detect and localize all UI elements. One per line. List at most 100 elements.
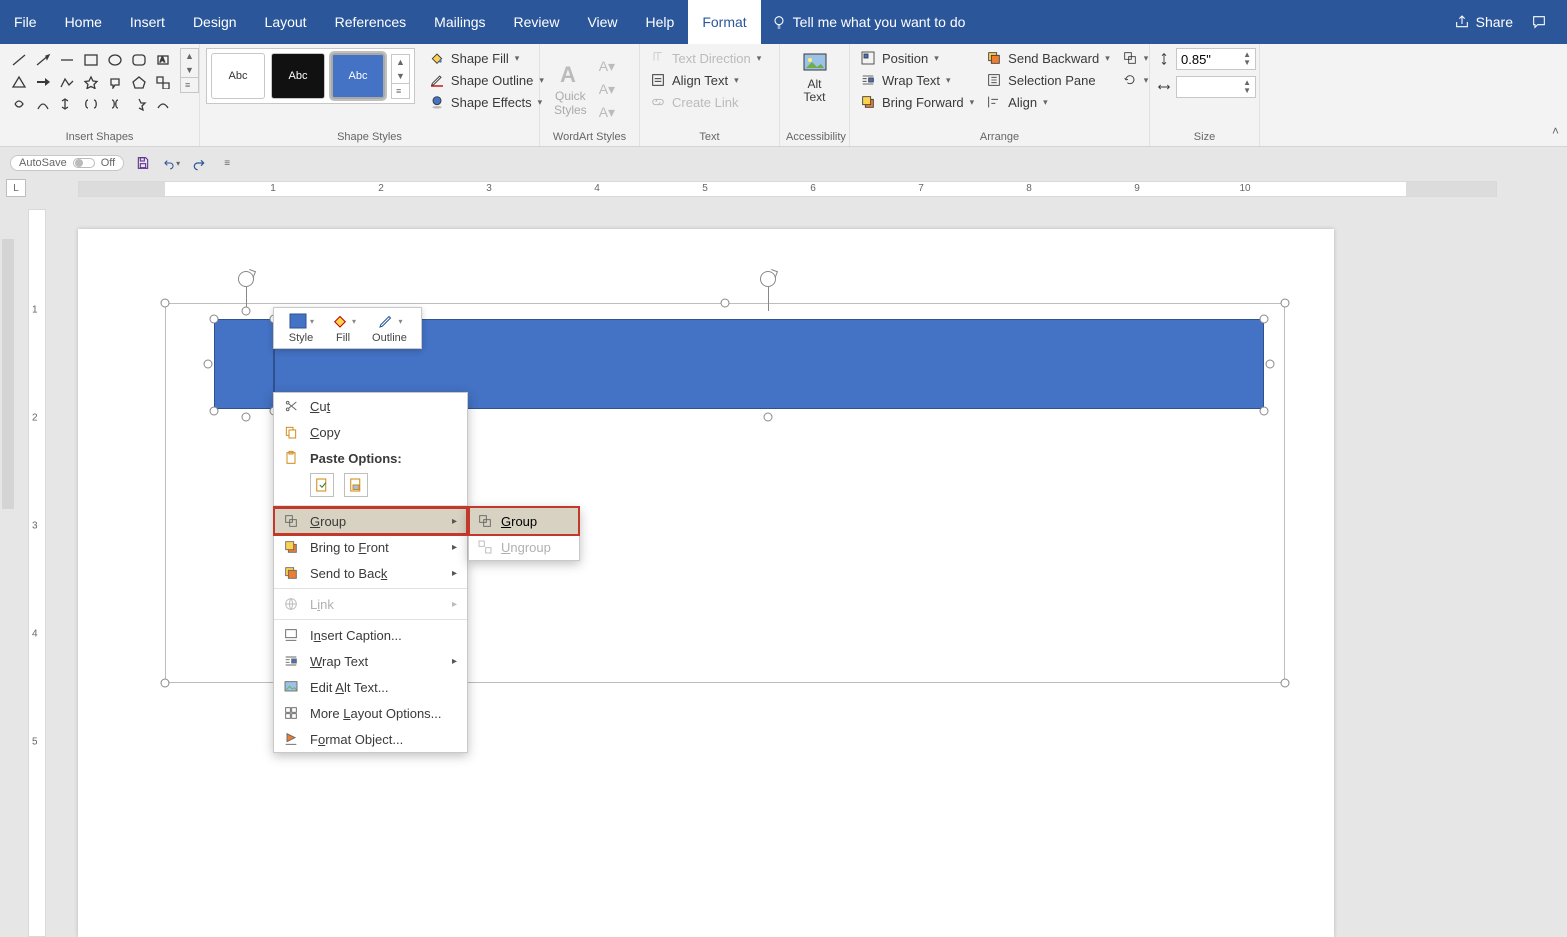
selection-handle[interactable] <box>1281 299 1290 308</box>
selection-handle[interactable] <box>242 307 251 316</box>
scissors-icon <box>283 398 299 414</box>
group-objects-button[interactable]: ▾ <box>1118 48 1153 68</box>
sub-group[interactable]: Group <box>469 508 579 534</box>
text-outline-icon[interactable]: A▾ <box>599 81 615 98</box>
group-accessibility: Alt Text Accessibility <box>780 44 850 146</box>
style-thumb-3[interactable]: Abc <box>331 53 385 99</box>
style-thumb-1[interactable]: Abc <box>211 53 265 99</box>
shape-height-input[interactable]: 0.85" ▲▼ <box>1176 48 1256 70</box>
vertical-scrollbar-track[interactable] <box>2 239 14 509</box>
tab-layout[interactable]: Layout <box>251 0 321 44</box>
page[interactable]: ▾ Style ▾ Fill ▾ Outline <box>78 229 1334 937</box>
save-button[interactable] <box>134 154 152 172</box>
text-direction-button[interactable]: Text Direction▾ <box>646 48 765 68</box>
position-button[interactable]: Position▾ <box>856 48 978 68</box>
rotate-handle[interactable] <box>238 271 254 287</box>
selection-handle[interactable] <box>210 407 219 416</box>
tab-references[interactable]: References <box>321 0 421 44</box>
vruler-mark: 5 <box>32 737 38 748</box>
mini-fill-button[interactable]: ▾ Fill <box>322 312 364 344</box>
selection-pane-button[interactable]: Selection Pane <box>982 70 1114 90</box>
selection-handle[interactable] <box>161 679 170 688</box>
text-fill-icon[interactable]: A▾ <box>599 58 615 75</box>
paste-picture[interactable] <box>344 473 368 497</box>
paste-use-destination[interactable] <box>310 473 334 497</box>
tab-view[interactable]: View <box>573 0 631 44</box>
clipboard-icon <box>283 450 299 466</box>
shape-width-input[interactable]: ▲▼ <box>1176 76 1256 98</box>
rotate-button[interactable]: ▾ <box>1118 70 1153 90</box>
tell-me-label: Tell me what you want to do <box>793 14 966 30</box>
horizontal-ruler[interactable]: 12345678910 <box>78 181 1497 197</box>
tab-format[interactable]: Format <box>688 0 760 44</box>
shapes-scroll-up[interactable]: ▲ <box>181 49 198 63</box>
ctx-copy[interactable]: Copy <box>274 419 467 445</box>
mini-outline-button[interactable]: ▾ Outline <box>364 312 415 344</box>
style-thumb-2[interactable]: Abc <box>271 53 325 99</box>
style-gallery-more[interactable]: ≡ <box>392 83 409 98</box>
tab-home[interactable]: Home <box>51 0 116 44</box>
vertical-ruler[interactable]: 12345 <box>28 209 46 937</box>
qat-customize-button[interactable]: ≡ <box>218 154 236 172</box>
group-title-size: Size <box>1156 131 1253 146</box>
copy-icon <box>283 424 299 440</box>
ctx-format-object[interactable]: Format Object... <box>274 726 467 752</box>
selection-handle[interactable] <box>1281 679 1290 688</box>
autosave-toggle[interactable]: AutoSave Off <box>10 155 124 171</box>
selection-handle[interactable] <box>721 299 730 308</box>
ungroup-icon <box>477 539 493 555</box>
shape-fill-button[interactable]: Shape Fill▾ <box>425 48 548 68</box>
alt-text-button[interactable]: Alt Text <box>794 48 836 108</box>
tab-help[interactable]: Help <box>632 0 689 44</box>
selection-handle[interactable] <box>161 299 170 308</box>
shape-effects-button[interactable]: Shape Effects▾ <box>425 92 548 112</box>
text-effects-icon[interactable]: A▾ <box>599 104 615 121</box>
ctx-cut[interactable]: Cut <box>274 393 467 419</box>
selection-handle[interactable] <box>1260 315 1269 324</box>
wrap-text-button[interactable]: Wrap Text▾ <box>856 70 978 90</box>
ctx-wrap-text[interactable]: Wrap Text ▸ <box>274 648 467 674</box>
mini-style-button[interactable]: ▾ Style <box>280 312 322 344</box>
wrap-text-icon <box>860 72 876 88</box>
selection-handle[interactable] <box>1260 407 1269 416</box>
ctx-bring-to-front[interactable]: Bring to Front ▸ <box>274 534 467 560</box>
quick-styles-button[interactable]: A Quick Styles <box>546 58 595 120</box>
shapes-gallery[interactable]: A <box>6 48 176 116</box>
tab-selector[interactable]: L <box>6 179 26 197</box>
shape-outline-button[interactable]: Shape Outline▾ <box>425 70 548 90</box>
ctx-group[interactable]: Group ▸ <box>274 508 467 534</box>
redo-button[interactable] <box>190 154 208 172</box>
tab-review[interactable]: Review <box>500 0 574 44</box>
share-button[interactable]: Share <box>1454 14 1513 30</box>
align-button[interactable]: Align▾ <box>982 92 1114 112</box>
shapes-scroll-down[interactable]: ▼ <box>181 63 198 77</box>
tab-mailings[interactable]: Mailings <box>420 0 499 44</box>
selection-handle[interactable] <box>210 315 219 324</box>
rotate-handle[interactable] <box>760 271 776 287</box>
align-text-button[interactable]: Align Text▾ <box>646 70 765 90</box>
undo-button[interactable]: ▾ <box>162 154 180 172</box>
selection-handle[interactable] <box>242 413 251 422</box>
shapes-more[interactable]: ≡ <box>181 77 198 92</box>
ctx-more-layout-options[interactable]: More Layout Options... <box>274 700 467 726</box>
bring-forward-button[interactable]: Bring Forward▾ <box>856 92 978 112</box>
send-backward-button[interactable]: Send Backward▾ <box>982 48 1114 68</box>
ctx-send-to-back[interactable]: Send to Back ▸ <box>274 560 467 586</box>
style-gallery-up[interactable]: ▲ <box>392 55 409 69</box>
create-link-button[interactable]: Create Link <box>646 92 765 112</box>
text-direction-icon <box>650 50 666 66</box>
tell-me-search[interactable]: Tell me what you want to do <box>771 0 966 44</box>
selection-handle[interactable] <box>1266 360 1275 369</box>
selection-handle[interactable] <box>204 360 213 369</box>
tab-design[interactable]: Design <box>179 0 251 44</box>
collapse-ribbon-button[interactable]: ˄ <box>1552 124 1559 138</box>
tab-file[interactable]: File <box>0 0 51 44</box>
selection-handle[interactable] <box>764 413 773 422</box>
ctx-insert-caption[interactable]: Insert Caption... <box>274 622 467 648</box>
tab-insert[interactable]: Insert <box>116 0 179 44</box>
shape-rectangle-1[interactable] <box>214 319 274 409</box>
shape-style-gallery[interactable]: Abc Abc Abc ▲ ▼ ≡ <box>206 48 415 104</box>
style-gallery-down[interactable]: ▼ <box>392 69 409 83</box>
ctx-edit-alt-text[interactable]: Edit Alt Text... <box>274 674 467 700</box>
comments-icon[interactable] <box>1531 14 1547 30</box>
